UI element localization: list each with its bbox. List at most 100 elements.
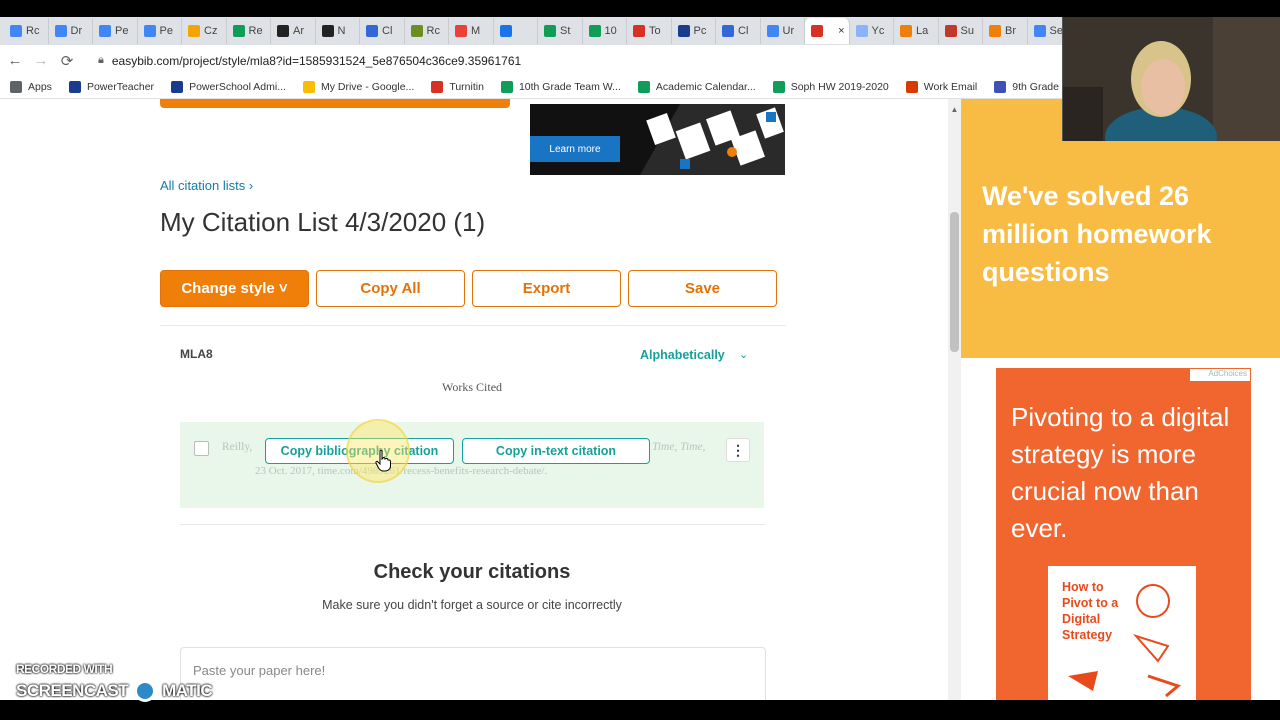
browser-tab[interactable]: Pc bbox=[672, 18, 716, 44]
tab-label: Cl bbox=[382, 25, 393, 37]
change-style-button[interactable]: Change style ˅ bbox=[160, 270, 309, 307]
reload-icon[interactable]: ⟳ bbox=[54, 52, 80, 70]
tab-favicon-icon bbox=[277, 25, 289, 37]
works-cited-heading: Works Cited bbox=[441, 380, 503, 394]
tab-label: Cl bbox=[738, 25, 749, 37]
top-ad-banner[interactable]: Learn more bbox=[530, 104, 785, 175]
tab-favicon-icon bbox=[499, 25, 512, 37]
browser-tab[interactable]: Cl bbox=[360, 18, 405, 44]
bookmark-label: Apps bbox=[28, 81, 52, 93]
bookmark-item[interactable]: Soph HW 2019-2020 bbox=[772, 81, 889, 93]
tab-favicon-icon bbox=[455, 25, 467, 37]
adchoices-badge[interactable]: AdChoices bbox=[1190, 369, 1250, 381]
close-tab-icon[interactable]: × bbox=[838, 25, 844, 37]
bookmark-item[interactable]: PowerTeacher bbox=[68, 81, 154, 93]
bookmark-favicon-icon bbox=[994, 81, 1007, 93]
tab-favicon-icon bbox=[99, 25, 111, 37]
bookmark-favicon-icon bbox=[302, 81, 315, 93]
bookmark-label: Work Email bbox=[923, 81, 978, 93]
browser-tab[interactable]: Su bbox=[939, 18, 983, 44]
tab-label: Rc bbox=[426, 25, 440, 37]
browser-tab[interactable]: To bbox=[627, 18, 672, 44]
browser-tab[interactable]: 10 bbox=[583, 18, 627, 44]
export-button[interactable]: Export bbox=[472, 270, 621, 307]
presenter-video bbox=[1063, 17, 1280, 141]
bookmark-item[interactable]: Turnitin bbox=[431, 81, 484, 93]
bookmark-favicon-icon bbox=[171, 81, 184, 93]
tab-label: Rc bbox=[26, 25, 40, 37]
bookmark-favicon-icon bbox=[637, 81, 650, 93]
browser-tab[interactable]: N bbox=[316, 18, 360, 44]
browser-tab[interactable]: Pe bbox=[93, 18, 138, 44]
tab-label: N bbox=[337, 25, 346, 37]
browser-tab[interactable] bbox=[494, 18, 538, 44]
tab-favicon-icon bbox=[410, 25, 423, 37]
orange-banner-edge bbox=[160, 99, 510, 108]
bookmark-item[interactable]: Apps bbox=[10, 81, 52, 93]
tab-favicon-icon bbox=[989, 25, 1001, 37]
check-citations-heading: Check your citations bbox=[373, 561, 571, 583]
bookmark-item[interactable]: PowerSchool Admi... bbox=[171, 81, 286, 93]
bookmark-item[interactable]: 10th Grade Team W... bbox=[500, 81, 621, 93]
browser-tab[interactable]: Cz bbox=[182, 18, 227, 44]
tab-favicon-icon bbox=[321, 25, 334, 37]
browser-tab[interactable]: Dr bbox=[49, 18, 93, 44]
bookmark-favicon-icon bbox=[500, 81, 513, 93]
tab-favicon-icon bbox=[188, 25, 200, 37]
scrollbar-thumb[interactable] bbox=[950, 212, 959, 352]
bookmark-label: Soph HW 2019-2020 bbox=[790, 81, 889, 93]
top-letterbox bbox=[0, 0, 1280, 17]
tab-label: To bbox=[649, 25, 661, 37]
bookmark-item[interactable]: Academic Calendar... bbox=[637, 81, 756, 93]
back-icon[interactable]: ← bbox=[2, 52, 28, 69]
tab-favicon-icon bbox=[366, 25, 378, 37]
tab-favicon-icon bbox=[633, 25, 645, 37]
tab-favicon-icon bbox=[143, 25, 156, 37]
paste-paper-input[interactable]: Paste your paper here! bbox=[180, 647, 766, 700]
watermark-left: SCREENCAST bbox=[16, 681, 129, 700]
browser-tab[interactable]: Ur bbox=[761, 18, 805, 44]
browser-tab[interactable]: Yc bbox=[850, 18, 894, 44]
bottom-letterbox bbox=[0, 700, 1280, 720]
browser-tab[interactable]: Br bbox=[983, 18, 1028, 44]
bookmark-item[interactable]: My Drive - Google... bbox=[302, 81, 414, 93]
scrollbar-track[interactable] bbox=[948, 99, 961, 700]
citation-text-end: Time, Time, bbox=[652, 441, 706, 453]
copy-in-text-citation-button[interactable]: Copy in-text citation bbox=[462, 438, 650, 464]
tab-favicon-icon bbox=[232, 25, 245, 37]
save-button[interactable]: Save bbox=[628, 270, 777, 307]
sort-dropdown[interactable]: Alphabetically bbox=[640, 348, 725, 362]
forward-icon[interactable]: → bbox=[28, 52, 54, 69]
browser-tab[interactable]: × bbox=[805, 18, 850, 44]
check-citations-subtitle: Make sure you didn't forget a source or … bbox=[322, 598, 622, 612]
browser-tab[interactable]: Ar bbox=[271, 18, 316, 44]
browser-tab[interactable]: Rc bbox=[405, 18, 449, 44]
browser-tab[interactable]: Re bbox=[227, 18, 271, 44]
browser-tab[interactable]: St bbox=[538, 18, 583, 44]
tab-favicon-icon bbox=[10, 25, 22, 37]
tab-label: Re bbox=[248, 25, 263, 37]
chevron-down-icon[interactable]: ⌄ bbox=[739, 348, 748, 361]
all-citation-lists-link[interactable]: All citation lists › bbox=[160, 178, 253, 193]
watermark-recorded-with: RECORDED WITH bbox=[16, 662, 113, 676]
browser-tab[interactable]: Cl bbox=[716, 18, 761, 44]
bookmark-item[interactable]: Work Email bbox=[905, 81, 978, 93]
screen: Rc Dr Pe Pe Cz Re Ar N Cl Rc M St 10 To Pc Cl Ur × Yc La Su B… bbox=[0, 0, 1280, 720]
copy-all-button[interactable]: Copy All bbox=[316, 270, 465, 307]
tab-label: Su bbox=[960, 25, 974, 37]
digital-strategy-ad-text: Pivoting to a digital strategy is more c… bbox=[1011, 402, 1230, 543]
address-bar-url[interactable]: easybib.com/project/style/mla8?id=158593… bbox=[112, 54, 521, 68]
browser-tab[interactable]: La bbox=[894, 18, 939, 44]
more-options-icon[interactable]: ⋮ bbox=[726, 438, 750, 462]
browser-tab[interactable]: Pe bbox=[138, 18, 182, 44]
scroll-up-arrow-icon[interactable]: ▲ bbox=[948, 105, 961, 114]
browser-tab[interactable]: M bbox=[449, 18, 494, 44]
lock-icon[interactable]: 🔒︎ bbox=[98, 54, 104, 67]
bookmark-favicon-icon bbox=[68, 81, 81, 93]
tab-favicon-icon bbox=[54, 25, 67, 37]
tab-label: Pc bbox=[693, 25, 707, 37]
citation-style-label: MLA8 bbox=[180, 347, 213, 361]
citation-checkbox[interactable] bbox=[194, 441, 209, 456]
browser-tab[interactable]: Rc bbox=[4, 18, 49, 44]
watermark-right: MATIC bbox=[162, 681, 213, 700]
